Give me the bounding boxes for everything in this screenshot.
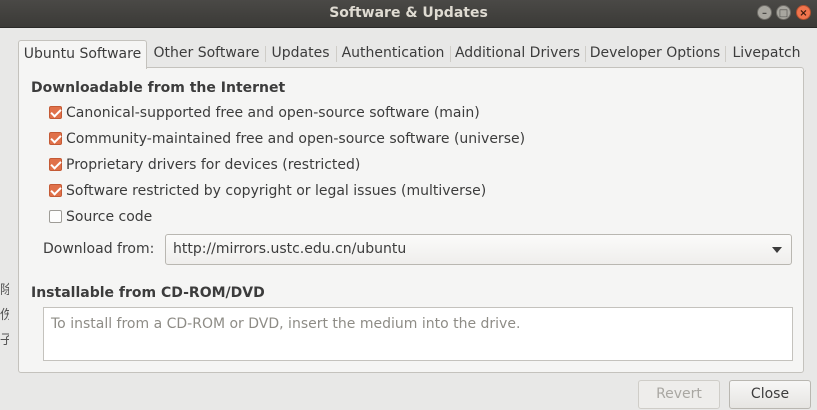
checkbox-checked-icon[interactable]: [49, 132, 62, 145]
download-server-value: http://mirrors.ustc.edu.cn/ubuntu: [173, 241, 407, 257]
maximize-icon[interactable]: □: [776, 5, 791, 20]
background-window-glimpse: 除 伤 子: [0, 278, 9, 368]
tab-additional-drivers[interactable]: Additional Drivers: [452, 40, 583, 68]
tab-separator: [725, 46, 726, 62]
glimpse-char: 伤: [0, 308, 9, 323]
tab-separator: [585, 46, 586, 62]
revert-button[interactable]: Revert: [638, 380, 720, 409]
tab-separator: [450, 46, 451, 62]
checkbox-checked-icon[interactable]: [49, 158, 62, 171]
cdrom-placeholder-text: To install from a CD-ROM or DVD, insert …: [51, 316, 521, 332]
tab-separator: [265, 46, 266, 62]
tab-updates[interactable]: Updates: [267, 40, 334, 68]
checkbox-checked-icon[interactable]: [49, 184, 62, 197]
tab-separator: [336, 46, 337, 62]
glimpse-char: 子: [0, 333, 9, 348]
source-label: Source code: [66, 209, 153, 225]
section-title-cdrom: Installable from CD-ROM/DVD: [31, 285, 265, 301]
tab-authentication[interactable]: Authentication: [338, 40, 448, 68]
close-button[interactable]: Close: [729, 380, 811, 409]
source-label: Community-maintained free and open-sourc…: [66, 131, 526, 147]
source-label: Proprietary drivers for devices (restric…: [66, 157, 361, 173]
tab-livepatch[interactable]: Livepatch: [727, 40, 806, 68]
dropdown-arrow-icon: [772, 247, 782, 253]
title-bar: Software & Updates – □ ×: [0, 0, 817, 28]
tab-developer-options[interactable]: Developer Options: [587, 40, 723, 68]
download-from-label: Download from:: [43, 241, 155, 257]
minimize-icon[interactable]: –: [757, 5, 772, 20]
download-server-dropdown[interactable]: http://mirrors.ustc.edu.cn/ubuntu: [165, 234, 792, 265]
tab-other-software[interactable]: Other Software: [150, 40, 263, 68]
tab-ubuntu-software[interactable]: Ubuntu Software: [18, 40, 147, 69]
section-title-downloadable: Downloadable from the Internet: [31, 80, 286, 96]
checkbox-checked-icon[interactable]: [49, 106, 62, 119]
source-label: Canonical-supported free and open-source…: [66, 105, 480, 121]
source-label: Software restricted by copyright or lega…: [66, 183, 487, 199]
checkbox-unchecked-icon[interactable]: [49, 210, 62, 223]
glimpse-char: 除: [0, 283, 9, 298]
cdrom-list[interactable]: To install from a CD-ROM or DVD, insert …: [43, 307, 793, 361]
close-window-icon[interactable]: ×: [796, 5, 811, 20]
window-title: Software & Updates: [329, 5, 488, 21]
